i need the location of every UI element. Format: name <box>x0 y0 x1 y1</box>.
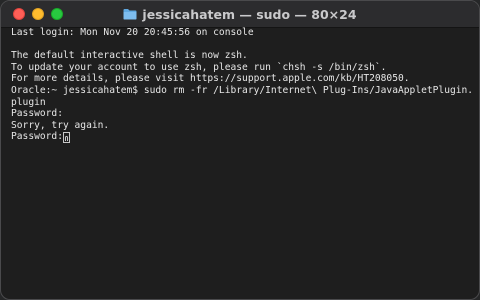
window-title: jessicahatem — sudo — 80×24 <box>142 6 357 22</box>
terminal-line: Sorry, try again. <box>11 119 110 131</box>
terminal-line: Oracle:~ jessicahatem$ sudo rm -fr /Libr… <box>11 84 471 96</box>
terminal-line: The default interactive shell is now zsh… <box>11 50 248 62</box>
terminal-line: For more details, please visit https://s… <box>11 73 410 85</box>
terminal-line: To update your account to use zsh, pleas… <box>11 61 387 73</box>
terminal-line: Password: <box>11 108 63 120</box>
terminal-window: jessicahatem — sudo — 80×24 Last login: … <box>0 0 480 300</box>
window-title-group: jessicahatem — sudo — 80×24 <box>1 1 479 27</box>
prompt-line[interactable]: Password: <box>11 131 471 144</box>
folder-icon <box>123 8 137 20</box>
password-prompt: Password: <box>11 131 63 143</box>
title-bar[interactable]: jessicahatem — sudo — 80×24 <box>1 1 479 28</box>
terminal-content[interactable]: Last login: Mon Nov 20 20:45:56 on conso… <box>11 27 471 295</box>
terminal-line: Last login: Mon Nov 20 20:45:56 on conso… <box>11 27 254 38</box>
terminal-line: plugin <box>11 96 46 108</box>
key-cursor-icon <box>62 132 70 144</box>
